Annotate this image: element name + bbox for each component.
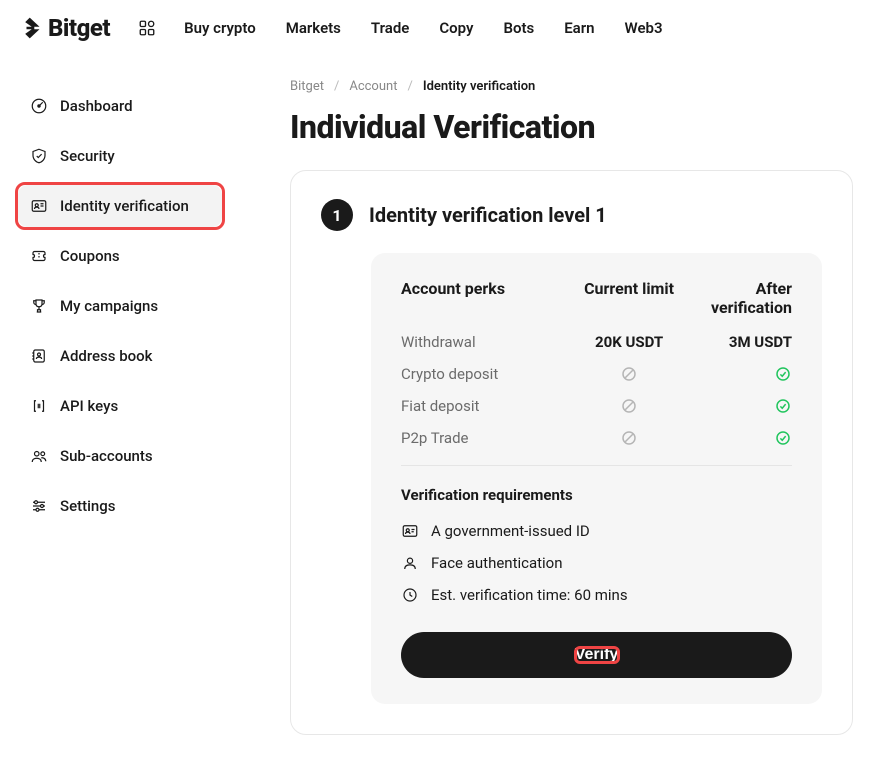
perk-row-p2p-trade: P2p Trade: [401, 429, 792, 447]
brand-name: Bitget: [48, 14, 110, 42]
requirement-label: Face authentication: [431, 554, 563, 572]
sidebar-item-label: API keys: [60, 397, 118, 415]
sidebar-item-address-book[interactable]: Address book: [18, 335, 222, 377]
verify-button-label: Verify: [575, 646, 619, 663]
brand-logo[interactable]: Bitget: [20, 14, 110, 42]
nav-web3[interactable]: Web3: [625, 19, 663, 37]
perk-row-fiat-deposit: Fiat deposit: [401, 397, 792, 415]
clock-icon: [401, 586, 419, 604]
card-title: Identity verification level 1: [369, 203, 607, 227]
sidebar-item-label: Address book: [60, 347, 153, 365]
breadcrumb-separator: /: [334, 79, 339, 94]
check-circle-icon: [774, 429, 792, 447]
sidebar-item-label: Dashboard: [60, 97, 133, 115]
requirement-face-auth: Face authentication: [401, 554, 792, 572]
account-sidebar: Dashboard Security Identity verification…: [0, 75, 240, 765]
blocked-icon: [620, 365, 638, 383]
nav-buy-crypto[interactable]: Buy crypto: [184, 19, 256, 37]
sliders-icon: [30, 497, 48, 515]
perk-label: Crypto deposit: [401, 365, 575, 383]
requirement-time: Est. verification time: 60 mins: [401, 586, 792, 604]
perks-panel: Account perks Current limit After verifi…: [371, 253, 822, 704]
id-card-icon: [401, 522, 419, 540]
user-icon: [401, 554, 419, 572]
shield-icon: [30, 147, 48, 165]
after-verification-header: After verification: [683, 279, 792, 317]
verification-card: 1 Identity verification level 1 Account …: [290, 170, 853, 735]
top-nav: Bitget Buy crypto Markets Trade Copy Bot…: [0, 0, 881, 57]
requirement-label: A government-issued ID: [431, 522, 590, 540]
id-card-icon: [30, 197, 48, 215]
perk-after-value: 3M USDT: [683, 333, 792, 351]
sidebar-item-label: Identity verification: [60, 197, 189, 215]
divider: [401, 465, 792, 466]
sidebar-item-identity-verification[interactable]: Identity verification: [18, 185, 222, 227]
sidebar-item-label: Coupons: [60, 247, 120, 265]
breadcrumb-root[interactable]: Bitget: [290, 79, 324, 94]
sidebar-item-dashboard[interactable]: Dashboard: [18, 85, 222, 127]
breadcrumb-account[interactable]: Account: [349, 79, 397, 94]
blocked-icon: [620, 429, 638, 447]
sidebar-item-settings[interactable]: Settings: [18, 485, 222, 527]
check-circle-icon: [774, 397, 792, 415]
perk-row-withdrawal: Withdrawal 20K USDT 3M USDT: [401, 333, 792, 351]
nav-links: Buy crypto Markets Trade Copy Bots Earn …: [184, 19, 662, 37]
requirement-gov-id: A government-issued ID: [401, 522, 792, 540]
address-book-icon: [30, 347, 48, 365]
sidebar-item-label: Settings: [60, 497, 116, 515]
nav-bots[interactable]: Bots: [503, 19, 534, 37]
perk-label: Fiat deposit: [401, 397, 575, 415]
ticket-icon: [30, 247, 48, 265]
page-title: Individual Verification: [290, 108, 853, 146]
verify-button[interactable]: Verify: [401, 632, 792, 678]
sidebar-item-label: Security: [60, 147, 115, 165]
perk-row-crypto-deposit: Crypto deposit: [401, 365, 792, 383]
blocked-icon: [620, 397, 638, 415]
sidebar-item-sub-accounts[interactable]: Sub-accounts: [18, 435, 222, 477]
sidebar-item-label: My campaigns: [60, 297, 158, 315]
breadcrumb: Bitget / Account / Identity verification: [290, 79, 853, 94]
gauge-icon: [30, 97, 48, 115]
sidebar-item-coupons[interactable]: Coupons: [18, 235, 222, 277]
perks-header-label: Account perks: [401, 279, 575, 317]
bitget-logo-icon: [20, 15, 46, 41]
code-brackets-icon: [30, 397, 48, 415]
nav-markets[interactable]: Markets: [286, 19, 341, 37]
perk-label: P2p Trade: [401, 429, 575, 447]
requirements-title: Verification requirements: [401, 486, 792, 504]
sidebar-item-my-campaigns[interactable]: My campaigns: [18, 285, 222, 327]
step-number-badge: 1: [321, 199, 353, 231]
check-circle-icon: [774, 365, 792, 383]
perk-label: Withdrawal: [401, 333, 575, 351]
current-limit-header: Current limit: [575, 279, 684, 317]
requirement-label: Est. verification time: 60 mins: [431, 586, 628, 604]
sidebar-item-api-keys[interactable]: API keys: [18, 385, 222, 427]
users-icon: [30, 447, 48, 465]
sidebar-item-security[interactable]: Security: [18, 135, 222, 177]
breadcrumb-current: Identity verification: [423, 79, 535, 94]
nav-earn[interactable]: Earn: [564, 19, 594, 37]
nav-copy[interactable]: Copy: [439, 19, 473, 37]
breadcrumb-separator: /: [407, 79, 412, 94]
trophy-icon: [30, 297, 48, 315]
perk-current-value: 20K USDT: [575, 333, 684, 351]
sidebar-item-label: Sub-accounts: [60, 447, 153, 465]
apps-grid-icon[interactable]: [138, 19, 156, 37]
nav-trade[interactable]: Trade: [371, 19, 409, 37]
